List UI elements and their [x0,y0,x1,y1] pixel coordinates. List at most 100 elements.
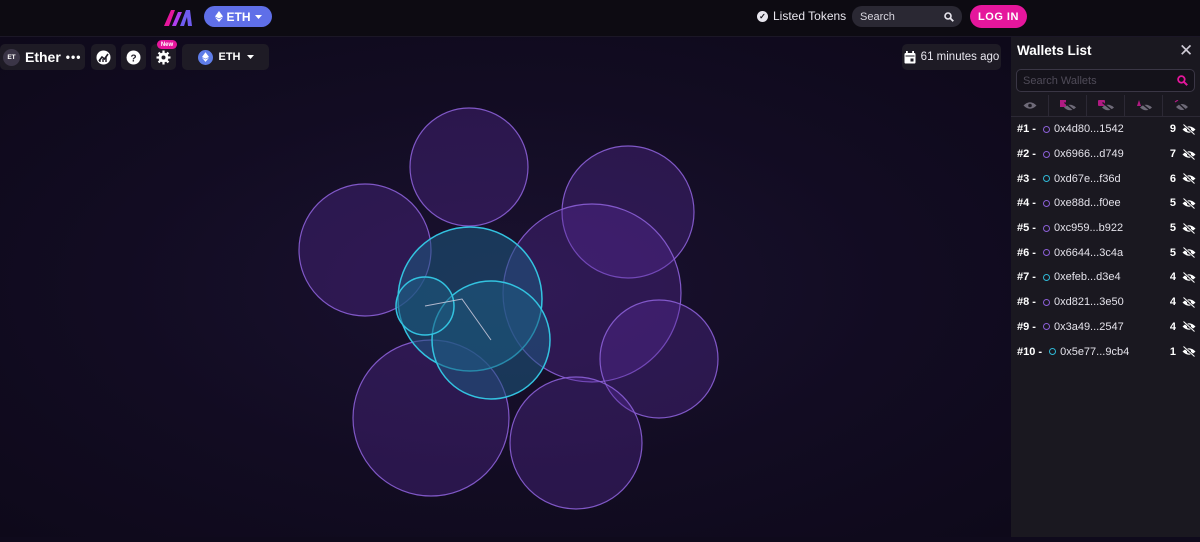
wallet-count: 6 [1169,172,1176,185]
wallet-address: 0x3a49...2547 [1053,320,1124,333]
eye-slash-icon[interactable] [1182,346,1196,358]
wallet-row[interactable]: #6 - 0x6644...3c4a 5 [1011,240,1200,265]
wallet-count: 5 [1169,246,1176,259]
chart-icon [96,50,111,64]
network-selector[interactable]: ETH [204,6,272,27]
close-icon[interactable]: ✕ [1179,41,1193,61]
eye-slash-icon[interactable] [1182,173,1196,185]
filter-hide-contracts[interactable] [1049,95,1087,116]
wallets-panel: Wallets List ✕ #1 - 0x4d80...1542 9 #2 -… [1011,37,1200,537]
token-selector[interactable]: ET Ether ••• [0,44,85,70]
wallet-rank: #5 - [1017,222,1036,235]
wallet-address: 0x6966...d749 [1053,148,1124,161]
login-button[interactable]: LOG IN [970,5,1027,28]
app-logo-icon[interactable] [162,6,194,28]
bubble-map-canvas[interactable] [0,37,1011,537]
wallet-row[interactable]: #1 - 0x4d80...1542 9 [1011,117,1200,142]
wallet-rank: #8 - [1017,296,1036,309]
eye-slash-icon[interactable] [1182,321,1196,333]
filter-hide-burn[interactable] [1125,95,1163,116]
eye-icon [1023,102,1036,109]
search-icon[interactable] [1177,75,1188,86]
chain-selector[interactable]: ETH [182,44,269,70]
wallets-panel-title: Wallets List [1017,43,1092,58]
help-button[interactable]: ? [121,44,146,70]
hide-burn-icon [1136,99,1152,112]
wallet-search-box[interactable] [1016,69,1195,92]
wallet-address: 0x5e77...9cb4 [1060,345,1130,358]
svg-text:?: ? [130,53,136,64]
wallet-rank: #10 - [1017,345,1043,358]
wallet-address: 0xe88d...f0ee [1053,197,1121,210]
eye-slash-icon[interactable] [1182,222,1196,234]
wallet-color-dot [1042,224,1050,232]
hide-contracts-icon [1059,99,1076,112]
wallet-list: #1 - 0x4d80...1542 9 #2 - 0x6966...d749 … [1011,117,1200,364]
wallet-rank: #7 - [1017,271,1036,284]
wallet-count: 5 [1169,222,1176,235]
eye-slash-icon[interactable] [1182,296,1196,308]
listed-tokens-link[interactable]: ✓ Listed Tokens [757,9,846,23]
eye-slash-icon[interactable] [1182,271,1196,283]
wallet-rank: #2 - [1017,148,1036,161]
wallet-bubble[interactable] [409,107,529,227]
wallet-row[interactable]: #4 - 0xe88d...f0ee 5 [1011,191,1200,216]
wallet-address: 0x6644...3c4a [1053,246,1124,259]
wallet-row[interactable]: #3 - 0xd67e...f36d 6 [1011,166,1200,191]
eye-slash-icon[interactable] [1182,148,1196,160]
wallet-count: 4 [1169,320,1176,333]
wallet-bubble[interactable] [509,376,643,510]
wallet-address: 0x4d80...1542 [1053,123,1124,136]
caret-down-icon [246,55,254,59]
wallet-color-dot [1042,298,1050,306]
wallet-address: 0xc959...b922 [1053,222,1124,235]
question-icon: ? [126,50,141,64]
search-box[interactable] [852,6,962,27]
token-avatar: ET [3,48,20,66]
wallet-color-dot [1042,273,1050,281]
more-options-icon[interactable]: ••• [66,50,82,64]
wallet-search-input[interactable] [1023,74,1163,87]
wallet-color-dot [1042,249,1050,257]
gear-icon [156,50,171,64]
new-badge: New [157,40,177,49]
calendar-icon [904,50,916,63]
wallet-rank: #3 - [1017,172,1036,185]
wallet-row[interactable]: #10 - 0x5e77...9cb4 1 [1011,339,1200,364]
wallet-row[interactable]: #7 - 0xefeb...d3e4 4 [1011,265,1200,290]
wallet-color-dot [1042,125,1050,133]
filter-hide-exchanges[interactable] [1087,95,1125,116]
wallet-color-dot [1042,150,1050,158]
eye-slash-icon[interactable] [1182,123,1196,135]
check-badge-icon: ✓ [757,10,768,22]
eye-slash-icon[interactable] [1182,197,1196,209]
top-bar: ETH ✓ Listed Tokens LOG IN [0,0,1200,37]
last-updated[interactable]: 61 minutes ago [902,44,1001,70]
eye-slash-icon[interactable] [1182,247,1196,259]
chart-button[interactable] [91,44,116,70]
wallet-count: 5 [1169,197,1176,210]
wallet-color-dot [1042,175,1050,183]
wallet-rank: #9 - [1017,320,1036,333]
search-input[interactable] [860,10,940,23]
wallet-color-dot [1049,348,1057,356]
wallet-row[interactable]: #5 - 0xc959...b922 5 [1011,216,1200,241]
wallet-count: 1 [1169,345,1176,358]
chain-label: ETH [218,51,241,63]
token-name: Ether [25,49,61,65]
bubble-map[interactable] [0,37,1011,537]
wallet-row[interactable]: #8 - 0xd821...3e50 4 [1011,290,1200,315]
last-updated-label: 61 minutes ago [920,51,1000,63]
filter-show-all[interactable] [1011,95,1049,116]
ethereum-icon [214,11,223,22]
wallet-rank: #4 - [1017,197,1036,210]
listed-tokens-label: Listed Tokens [773,9,847,23]
search-icon[interactable] [944,11,954,22]
hide-exchanges-icon [1097,99,1114,112]
wallet-address: 0xd821...3e50 [1053,296,1124,309]
wallet-row[interactable]: #2 - 0x6966...d749 7 [1011,142,1200,167]
wallet-count: 4 [1169,271,1176,284]
network-label: ETH [226,9,251,24]
filter-hide-all[interactable] [1163,95,1200,116]
wallet-row[interactable]: #9 - 0x3a49...2547 4 [1011,315,1200,340]
